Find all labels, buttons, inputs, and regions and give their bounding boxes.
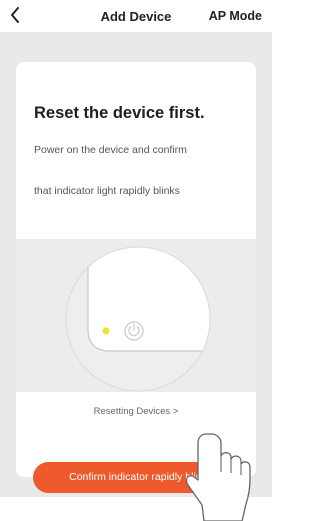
reset-card: Reset the device first. Power on the dev…	[16, 62, 256, 477]
device-power-icon	[65, 246, 211, 392]
confirm-button[interactable]: Confirm indicator rapidly blink	[33, 462, 243, 493]
content-area: Reset the device first. Power on the dev…	[0, 32, 272, 497]
navigation-bar: Add Device AP Mode	[0, 0, 272, 32]
indicator-light-icon	[102, 327, 110, 335]
ap-mode-button[interactable]: AP Mode	[209, 9, 262, 23]
resetting-devices-link[interactable]: Resetting Devices >	[16, 406, 256, 417]
instruction-line-1: Power on the device and confirm	[34, 144, 187, 156]
device-illustration	[16, 239, 256, 392]
card-heading: Reset the device first.	[34, 104, 205, 122]
instruction-line-2: that indicator light rapidly blinks	[34, 185, 180, 197]
bottom-area	[0, 497, 272, 521]
